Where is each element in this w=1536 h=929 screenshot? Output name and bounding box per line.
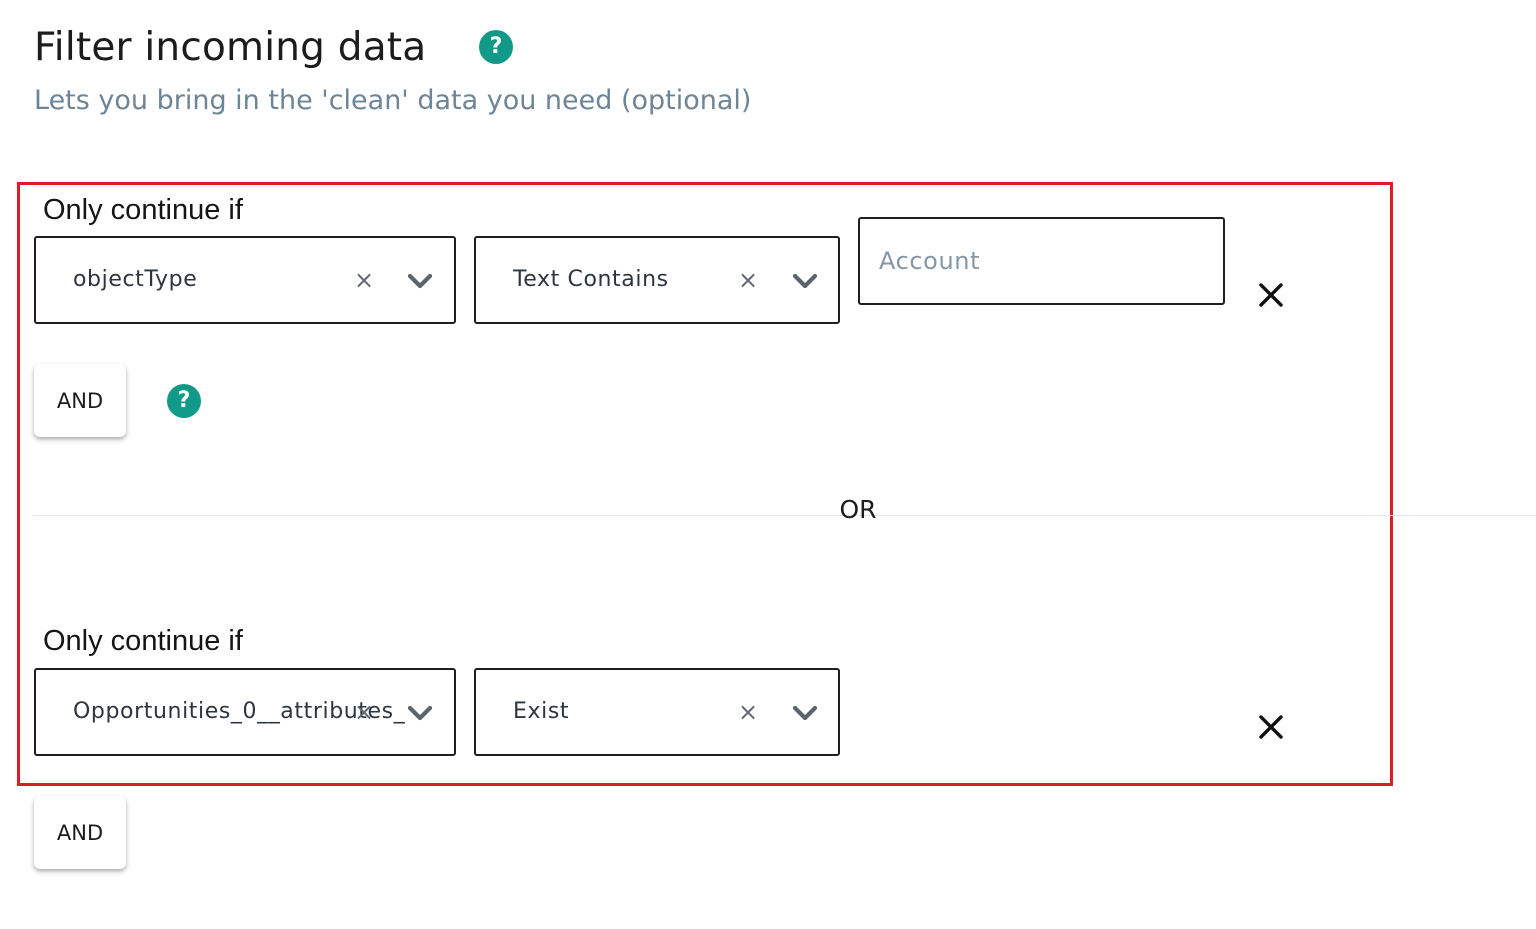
chevron-down-icon[interactable]	[405, 268, 435, 294]
condition-label: Only continue if	[43, 194, 243, 226]
or-label: OR	[839, 495, 877, 524]
chevron-down-icon[interactable]	[405, 700, 435, 726]
page-title: Filter incoming data	[34, 25, 427, 70]
field-select[interactable]: Opportunities_0__attributes_ ×	[34, 668, 456, 756]
page-subtitle: Lets you bring in the 'clean' data you n…	[34, 85, 752, 116]
clear-icon[interactable]: ×	[733, 697, 763, 727]
operator-select-value: Exist	[513, 699, 570, 724]
and-button[interactable]: AND	[34, 364, 126, 437]
and-button[interactable]: AND	[34, 796, 126, 869]
operator-select[interactable]: Text Contains ×	[474, 236, 840, 324]
help-icon[interactable]: ?	[167, 384, 201, 418]
clear-icon[interactable]: ×	[733, 265, 763, 295]
or-divider	[33, 515, 1536, 516]
clear-icon[interactable]: ×	[349, 265, 379, 295]
operator-select-value: Text Contains	[513, 267, 669, 292]
chevron-down-icon[interactable]	[790, 268, 820, 294]
condition-label: Only continue if	[43, 625, 243, 657]
help-icon[interactable]: ?	[479, 30, 513, 64]
field-select-value: objectType	[73, 267, 198, 292]
clear-icon[interactable]: ×	[349, 697, 379, 727]
field-select[interactable]: objectType ×	[34, 236, 456, 324]
close-icon[interactable]	[1255, 279, 1287, 311]
close-icon[interactable]	[1255, 711, 1287, 743]
operator-select[interactable]: Exist ×	[474, 668, 840, 756]
chevron-down-icon[interactable]	[790, 700, 820, 726]
value-input[interactable]	[858, 217, 1225, 305]
